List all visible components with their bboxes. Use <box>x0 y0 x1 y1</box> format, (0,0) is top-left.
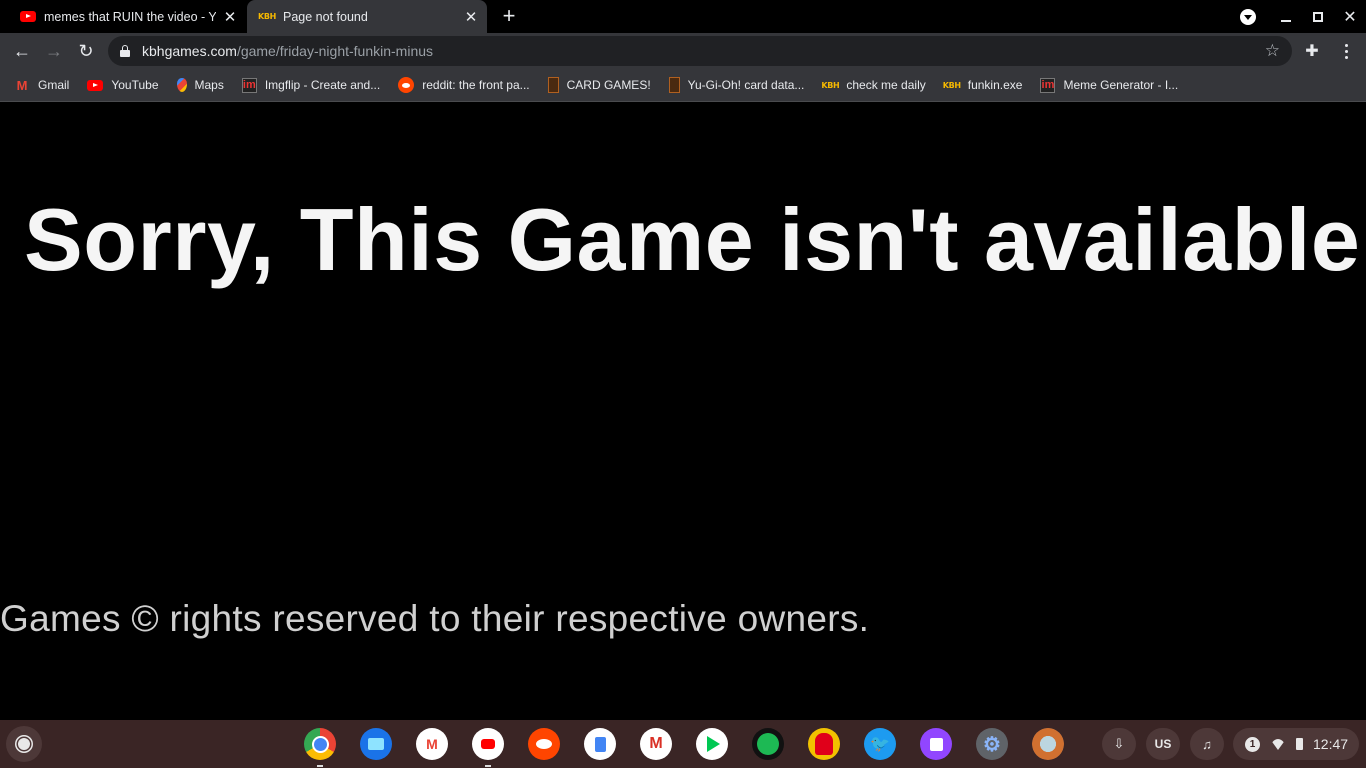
shelf-app-gmail[interactable]: M <box>416 728 448 760</box>
minimize-button[interactable] <box>1270 0 1302 33</box>
tab-strip: memes that RUIN the video - YouTube ✕ KB… <box>0 0 1366 33</box>
bookmark-card-games[interactable]: CARD GAMES! <box>547 77 651 93</box>
bookmark-label: reddit: the front pa... <box>422 78 530 92</box>
shelf-app-twitch[interactable] <box>920 728 952 760</box>
reddit-icon <box>398 77 415 93</box>
bookmark-imgflip[interactable]: im Imgflip - Create and... <box>241 77 381 93</box>
imgflip-icon: im <box>1040 77 1056 93</box>
running-indicator <box>485 765 491 767</box>
bookmark-yugioh[interactable]: Yu-Gi-Oh! card data... <box>668 77 805 93</box>
wifi-icon <box>1270 738 1286 750</box>
new-tab-button[interactable]: + <box>499 5 519 27</box>
kbh-icon: KBH <box>821 80 840 90</box>
media-controls-button[interactable]: ♫ <box>1190 728 1224 760</box>
os-shelf: M M 🐦 ⚙ ⇩ US ♫ 1 12:47 <box>0 720 1366 768</box>
browser-menu-button[interactable] <box>1334 39 1358 63</box>
bookmark-label: CARD GAMES! <box>566 78 651 92</box>
gmail-icon: M <box>16 77 28 93</box>
forward-button[interactable]: → <box>40 37 68 65</box>
shelf-app-twitter[interactable]: 🐦 <box>864 728 896 760</box>
imgflip-icon: im <box>241 77 257 93</box>
shelf-app-docs[interactable] <box>584 728 616 760</box>
ime-menu-button[interactable]: US <box>1146 728 1180 760</box>
puzzle-icon: ✚ <box>1305 43 1319 60</box>
page-content: Sorry, This Game isn't available. Games … <box>0 103 1366 720</box>
bookmark-label: Meme Generator - I... <box>1063 78 1179 92</box>
bookmark-label: Maps <box>194 78 224 92</box>
reload-icon: ↻ <box>78 40 94 61</box>
shelf-app-settings[interactable]: ⚙ <box>976 728 1008 760</box>
youtube-icon <box>87 77 104 93</box>
download-tray-icon: ⇩ <box>1113 736 1125 751</box>
tab-title: Page not found <box>283 9 368 24</box>
tab-search-button[interactable] <box>1232 0 1264 33</box>
restore-button[interactable] <box>1302 0 1334 33</box>
shelf-app-youtube[interactable] <box>472 728 504 767</box>
music-queue-icon: ♫ <box>1202 736 1212 752</box>
bookmark-label: Imgflip - Create and... <box>264 78 381 92</box>
kbh-icon: KBH <box>942 80 961 90</box>
shelf-app-chrome[interactable] <box>304 728 336 767</box>
bookmark-gmail[interactable]: M Gmail <box>14 77 70 93</box>
shelf-app-reddit[interactable] <box>528 728 560 760</box>
url-text[interactable]: kbhgames.com/game/friday-night-funkin-mi… <box>142 43 433 59</box>
shelf-app-spotify[interactable] <box>752 728 784 760</box>
bookmarks-bar: M Gmail YouTube Maps im Imgflip - Create a… <box>0 69 1366 102</box>
close-window-button[interactable]: ✕ <box>1334 0 1366 33</box>
bookmark-reddit[interactable]: reddit: the front pa... <box>398 77 530 93</box>
bookmark-maps[interactable]: Maps <box>176 78 224 92</box>
bookmark-label: Gmail <box>38 78 70 92</box>
launcher-button[interactable] <box>6 726 42 762</box>
shelf-app-files[interactable] <box>360 728 392 760</box>
bookmark-youtube[interactable]: YouTube <box>87 77 159 93</box>
bookmark-label: YouTube <box>111 78 159 92</box>
arrow-right-icon: → <box>45 40 63 61</box>
shelf-app-play-store[interactable] <box>696 728 728 760</box>
battery-icon <box>1296 738 1303 750</box>
close-tab-icon[interactable]: ✕ <box>463 9 479 26</box>
tab-page-not-found[interactable]: KBH Page not found ✕ <box>247 0 487 33</box>
bookmark-check-me-daily[interactable]: KBH check me daily <box>821 77 926 93</box>
bookmark-star-icon[interactable]: ☆ <box>1265 41 1280 61</box>
reload-button[interactable]: ↻ <box>72 37 100 65</box>
copyright-note: Games © rights reserved to their respect… <box>0 598 870 639</box>
back-button[interactable]: ← <box>8 37 36 65</box>
browser-toolbar: ← → ↻ kbhgames.com/game/friday-night-fun… <box>0 33 1366 69</box>
minimize-icon <box>1281 19 1291 22</box>
shelf-app-among-us[interactable] <box>808 728 840 760</box>
bookmark-funkin-exe[interactable]: KBH funkin.exe <box>942 77 1023 93</box>
clock: 12:47 <box>1313 736 1349 752</box>
status-area[interactable]: 1 12:47 <box>1233 728 1359 760</box>
bookmark-label: funkin.exe <box>967 78 1023 92</box>
bookmark-meme-generator[interactable]: im Meme Generator - I... <box>1040 77 1179 93</box>
arrow-left-icon: ← <box>13 40 31 61</box>
chevron-down-icon <box>1240 8 1256 25</box>
tab-title: memes that RUIN the video - YouTube <box>44 9 216 24</box>
restore-icon <box>1313 11 1323 22</box>
bookmark-label: check me daily <box>846 78 926 92</box>
lock-icon <box>120 45 130 57</box>
notification-count-badge: 1 <box>1245 736 1260 752</box>
shelf-app-game[interactable] <box>1032 728 1064 760</box>
close-tab-icon[interactable]: ✕ <box>222 9 238 26</box>
error-headline: Sorry, This Game isn't available. <box>24 190 1366 289</box>
kbh-icon: KBH <box>257 12 277 21</box>
card-icon <box>547 77 559 93</box>
bookmark-label: Yu-Gi-Oh! card data... <box>687 78 805 92</box>
maps-icon <box>176 78 187 92</box>
address-bar[interactable]: kbhgames.com/game/friday-night-funkin-mi… <box>108 36 1292 66</box>
tab-youtube[interactable]: memes that RUIN the video - YouTube ✕ <box>0 0 246 33</box>
extensions-button[interactable]: ✚ <box>1300 39 1324 63</box>
youtube-icon <box>20 9 36 25</box>
running-indicator <box>317 765 323 767</box>
card-icon <box>668 77 680 93</box>
launcher-icon <box>18 738 30 750</box>
shelf-app-gmail-web[interactable]: M <box>640 728 672 760</box>
holding-space-button[interactable]: ⇩ <box>1102 728 1136 760</box>
